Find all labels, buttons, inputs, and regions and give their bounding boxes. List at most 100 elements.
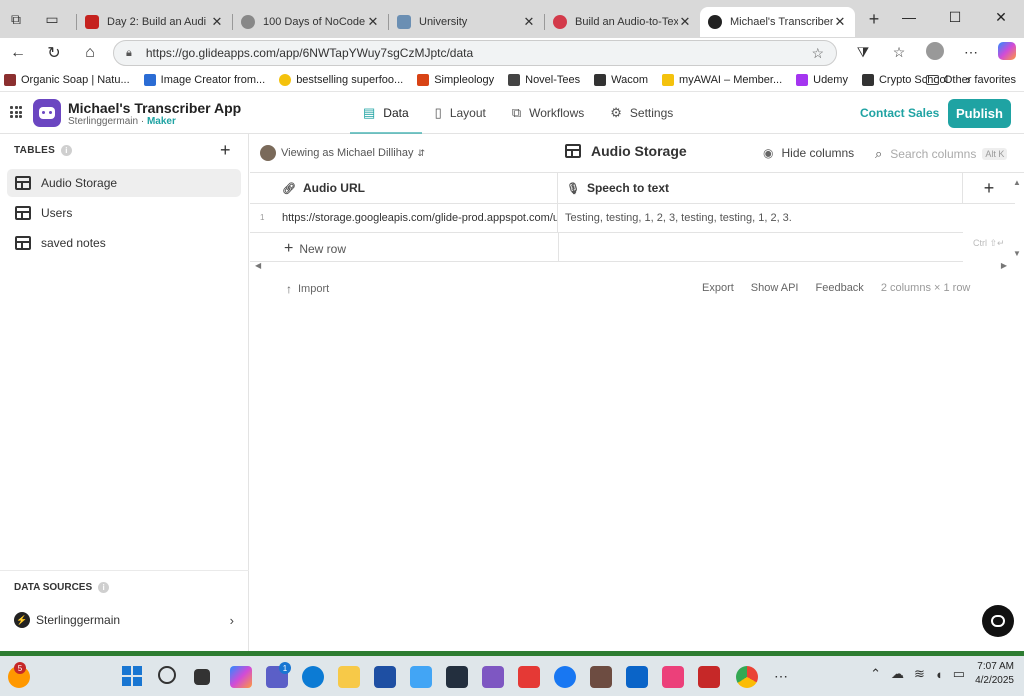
store-icon[interactable] [374, 666, 396, 688]
bookmark-item[interactable]: Wacom [594, 73, 648, 86]
bookmark-item[interactable]: Novel-Tees [508, 73, 580, 86]
more-apps-icon[interactable]: ⋯ [774, 668, 796, 690]
video-icon[interactable] [698, 666, 720, 688]
nav-layout[interactable]: ▯ Layout [422, 92, 499, 134]
viewing-as-selector[interactable]: Viewing as Michael Dillihay ⇵ [260, 145, 425, 161]
other-favorites[interactable]: Other favorites [925, 74, 1016, 86]
table-icon [15, 236, 31, 250]
nav-workflows[interactable]: ⧉ Workflows [499, 92, 597, 134]
bookmark-item[interactable]: myAWAI – Member... [662, 73, 782, 86]
start-button[interactable] [122, 666, 142, 686]
favorite-star-icon[interactable]: ☆ [811, 45, 824, 62]
close-tab-icon[interactable]: ✕ [833, 14, 847, 30]
table-row[interactable]: 1 https://storage.googleapis.com/glide-p… [250, 204, 963, 233]
data-source-item[interactable]: ⚡ Sterlinggermain › [14, 612, 234, 628]
info-icon[interactable]: i [98, 582, 110, 593]
bookmark-icon [594, 73, 607, 86]
tab-actions-icon[interactable]: ▭ [38, 5, 66, 33]
youtube-icon[interactable] [518, 666, 540, 688]
hide-columns-button[interactable]: ◉ Hide columns [763, 146, 854, 160]
url-field[interactable]: 🔒︎ https://go.glideapps.com/app/6NWTapYW… [113, 40, 837, 66]
chat-support-button[interactable] [982, 605, 1014, 637]
link-icon: 🔗︎ [282, 182, 296, 195]
workspaces-icon[interactable]: ⧉ [2, 5, 30, 33]
outlook-icon[interactable] [626, 666, 648, 688]
close-tab-icon[interactable]: ✕ [522, 14, 536, 30]
bookmark-item[interactable]: Organic Soap | Natu... [4, 73, 130, 86]
feedback-button[interactable]: Feedback [816, 282, 864, 294]
close-tab-icon[interactable]: ✕ [210, 14, 224, 30]
copilot-icon[interactable] [996, 42, 1018, 63]
table-icon [15, 206, 31, 220]
refresh-icon[interactable]: ↻ [36, 43, 72, 63]
clock[interactable]: 7:07 AM 4/2/2025 [975, 660, 1014, 688]
wifi-icon[interactable]: ≋ [914, 666, 925, 682]
window-controls: — ☐ ✕ [886, 0, 1024, 34]
sidebar-item-users[interactable]: Users [7, 199, 241, 227]
horizontal-scrollbar[interactable]: ◀ ▶ [255, 261, 1007, 271]
extensions-icon[interactable]: ⧩ [852, 44, 874, 61]
close-tab-icon[interactable]: ✕ [366, 14, 380, 30]
home-icon[interactable]: ⌂ [72, 44, 108, 62]
browser-tab-3[interactable]: University ✕ [389, 7, 544, 37]
mic-icon: 🎙︎ [566, 182, 580, 195]
search-columns-input[interactable]: ⌕ Search columns Alt K [875, 146, 1008, 162]
app-title[interactable]: Michael's Transcriber App [68, 100, 241, 116]
briefcase-icon[interactable] [590, 666, 612, 688]
info-icon[interactable]: i [61, 145, 73, 156]
app-icon[interactable] [662, 666, 684, 688]
bookmark-icon [861, 73, 874, 86]
bookmark-item[interactable]: Udemy [796, 73, 848, 86]
browser-tab-1[interactable]: Day 2: Build an Audi ✕ [77, 7, 232, 37]
chevron-up-icon[interactable]: ⌃ [870, 666, 881, 682]
favorites-icon[interactable]: ☆ [888, 44, 910, 61]
vertical-scrollbar[interactable]: ▲ ▼ [1013, 178, 1023, 258]
close-tab-icon[interactable]: ✕ [678, 14, 692, 30]
chrome-icon[interactable] [736, 666, 758, 688]
sidebar-item-saved-notes[interactable]: saved notes [7, 229, 241, 257]
bookmark-item[interactable]: bestselling superfoo... [279, 73, 403, 86]
column-header-speech-to-text[interactable]: 🎙︎ Speech to text [558, 173, 963, 204]
show-api-button[interactable]: Show API [751, 282, 799, 294]
minimize-icon[interactable]: — [886, 0, 932, 34]
browser-tab-2[interactable]: 100 Days of NoCode / A ✕ [233, 7, 388, 37]
new-row[interactable]: + New row [250, 233, 963, 262]
close-window-icon[interactable]: ✕ [978, 0, 1024, 34]
volume-icon[interactable]: ◖ [935, 667, 943, 682]
app-icon[interactable] [482, 666, 504, 688]
back-icon[interactable]: ← [0, 44, 36, 62]
new-tab-button[interactable]: + [859, 9, 889, 30]
app-grid-icon[interactable] [10, 106, 22, 118]
task-view-icon[interactable] [194, 669, 210, 685]
bookmark-item[interactable]: Image Creator from... [143, 73, 265, 86]
browser-tab-active[interactable]: Michael's Transcriber Ap ✕ [700, 7, 855, 37]
sidebar-item-audio-storage[interactable]: Audio Storage [7, 169, 241, 197]
browser-tab-4[interactable]: Build an Audio-to-Text N ✕ [545, 7, 700, 37]
copilot-icon[interactable] [230, 666, 252, 688]
add-table-button[interactable]: + [220, 140, 231, 161]
edge-icon[interactable] [302, 666, 324, 688]
contact-sales-link[interactable]: Contact Sales [860, 106, 939, 120]
file-explorer-icon[interactable] [338, 666, 360, 688]
bookmark-item[interactable]: Simpleology [417, 73, 494, 86]
add-column-button[interactable]: + [963, 173, 1015, 204]
speech-to-text-cell[interactable]: Testing, testing, 1, 2, 3, testing, test… [565, 204, 955, 233]
maximize-icon[interactable]: ☐ [932, 0, 978, 34]
more-menu-icon[interactable]: ⋯ [960, 44, 982, 61]
publish-button[interactable]: Publish [948, 99, 1011, 128]
battery-icon[interactable]: ▭ [953, 666, 965, 682]
onedrive-icon[interactable]: ☁ [891, 666, 904, 682]
audio-url-cell[interactable]: https://storage.googleapis.com/glide-pro… [282, 204, 558, 233]
import-button[interactable]: ↑ Import [286, 282, 329, 296]
export-button[interactable]: Export [702, 282, 734, 294]
data-toolbar: Viewing as Michael Dillihay ⇵ Audio Stor… [250, 134, 1024, 172]
amazon-icon[interactable] [446, 666, 468, 688]
profile-avatar[interactable] [924, 42, 946, 63]
facebook-icon[interactable] [554, 666, 576, 688]
column-header-audio-url[interactable]: 🔗︎ Audio URL [250, 173, 558, 204]
nav-data[interactable]: ▤ Data [350, 92, 422, 134]
search-icon[interactable] [158, 666, 176, 684]
notification-badge: 5 [14, 662, 26, 674]
nav-settings[interactable]: ⚙ Settings [597, 92, 686, 134]
photos-icon[interactable] [410, 666, 432, 688]
